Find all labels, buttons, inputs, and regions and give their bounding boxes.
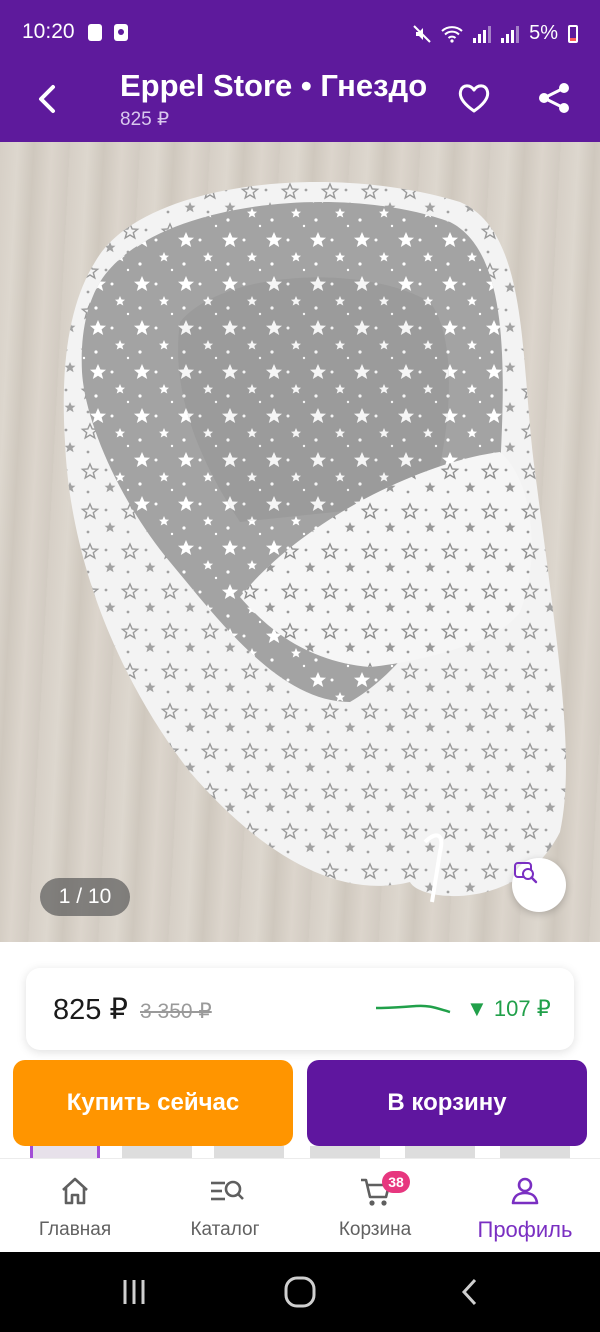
nav-cart-label: Корзина — [338, 1219, 412, 1240]
app-notification-icon — [114, 24, 128, 41]
signal-1-icon — [473, 25, 492, 43]
home-system-button[interactable] — [278, 1272, 322, 1312]
home-circle-icon — [284, 1276, 316, 1308]
bottom-navigation: Главная Каталог 38 Корзина Профиль — [0, 1158, 600, 1252]
favorite-button[interactable] — [452, 76, 496, 120]
image-counter: 1 / 10 — [40, 878, 130, 916]
header-price: 825 ₽ — [120, 109, 170, 130]
recent-apps-button[interactable] — [112, 1272, 156, 1312]
nav-home-label: Главная — [38, 1219, 112, 1240]
thumbnail-strip — [0, 1146, 600, 1158]
heart-icon — [458, 84, 490, 113]
share-icon — [539, 83, 569, 113]
price-drop: ▼ 107 ₽ — [466, 996, 551, 1021]
back-chevron-icon — [461, 1278, 477, 1306]
share-button[interactable] — [532, 76, 576, 120]
nav-catalog-label: Каталог — [190, 1219, 260, 1240]
recent-apps-icon — [123, 1280, 145, 1304]
thumbnail[interactable] — [214, 1146, 284, 1158]
battery-icon — [568, 24, 578, 43]
cart-badge: 38 — [382, 1171, 410, 1193]
buy-now-button[interactable]: Купить сейчас — [13, 1060, 293, 1146]
old-price: 3 350 ₽ — [140, 1000, 212, 1023]
nav-catalog[interactable]: Каталог — [150, 1159, 300, 1253]
nav-home[interactable]: Главная — [0, 1159, 150, 1253]
back-button[interactable] — [24, 76, 70, 122]
system-navigation-bar — [0, 1252, 600, 1332]
thumbnail[interactable] — [122, 1146, 192, 1158]
mute-icon — [413, 24, 431, 43]
profile-icon — [511, 1177, 539, 1205]
wifi-icon — [441, 25, 463, 43]
back-system-button[interactable] — [448, 1272, 492, 1312]
status-bar: 10:20 5% — [0, 0, 600, 66]
product-photo — [63, 182, 566, 903]
thumbnail[interactable] — [30, 1146, 100, 1158]
status-indicators: 5% — [413, 22, 578, 45]
status-time: 10:20 — [22, 20, 75, 43]
thumbnail[interactable] — [500, 1146, 570, 1158]
thumbnail[interactable] — [405, 1146, 475, 1158]
product-image-gallery[interactable]: 1 / 10 — [0, 142, 600, 942]
add-to-cart-button[interactable]: В корзину — [307, 1060, 587, 1146]
nav-cart[interactable]: 38 Корзина — [300, 1159, 450, 1253]
battery-percent: 5% — [529, 22, 558, 44]
alert-notification-icon — [88, 24, 102, 41]
thumbnail[interactable] — [310, 1146, 380, 1158]
app-bar: Eppel Store • Гнездо 825 ₽ — [0, 66, 600, 142]
visual-search-button[interactable] — [512, 858, 566, 912]
price-card: 825 ₽ 3 350 ₽ ▼ 107 ₽ — [26, 968, 574, 1050]
back-arrow-icon — [39, 85, 55, 113]
catalog-search-icon — [211, 1180, 244, 1201]
current-price: 825 ₽ — [53, 994, 128, 1026]
nav-profile[interactable]: Профиль — [450, 1159, 600, 1253]
price-history-sparkline[interactable] — [374, 996, 454, 1020]
signal-2-icon — [501, 25, 520, 43]
nav-profile-label: Профиль — [477, 1217, 573, 1242]
home-icon — [62, 1177, 88, 1205]
page-title: Eppel Store • Гнездо — [120, 68, 428, 103]
image-search-icon — [514, 862, 538, 884]
